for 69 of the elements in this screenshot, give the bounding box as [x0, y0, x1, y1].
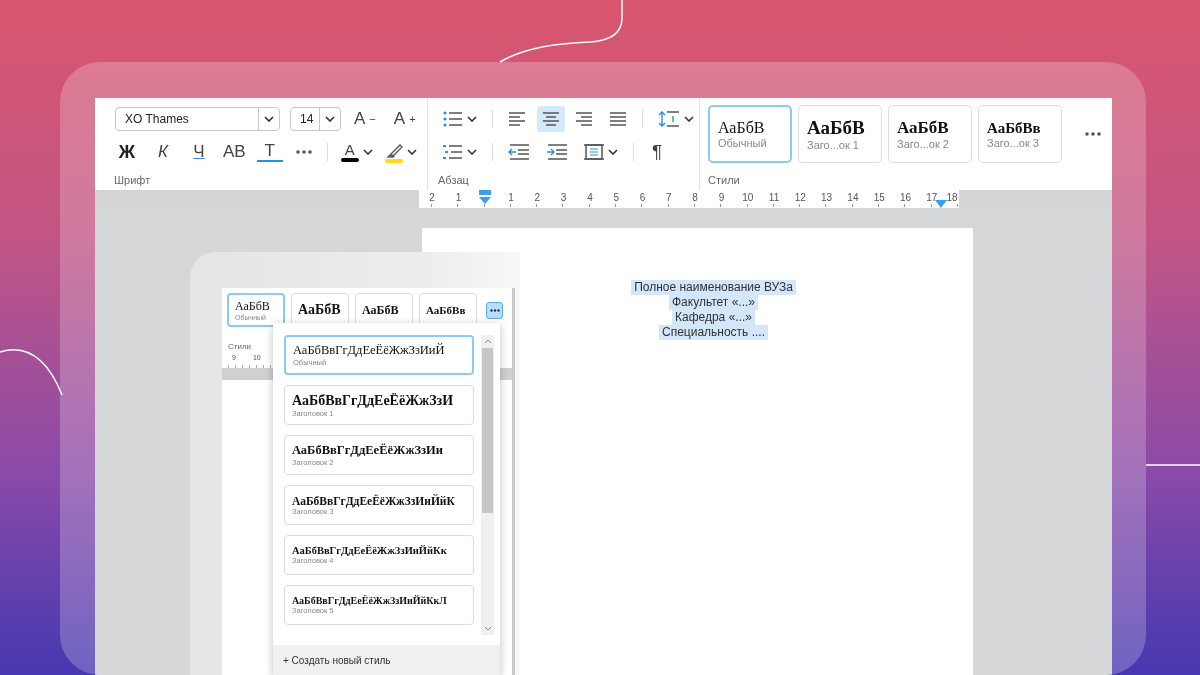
- scrollbar[interactable]: [481, 335, 494, 635]
- strikethrough-button[interactable]: Т: [256, 142, 283, 162]
- increase-indent-icon: [546, 144, 568, 160]
- line-spacing-icon: [658, 110, 681, 128]
- align-left-icon: [507, 112, 526, 126]
- caret-icon: [608, 149, 618, 155]
- group-label: Стили: [708, 174, 741, 186]
- ruler-number: 13: [821, 192, 833, 203]
- align-center-button[interactable]: [536, 106, 565, 132]
- ruler-number: 1: [508, 192, 514, 203]
- ruler-number: 2: [534, 192, 541, 203]
- font-size-dropdown[interactable]: 14: [290, 107, 341, 131]
- ruler-number: 9: [718, 192, 725, 203]
- caret-icon: [362, 149, 373, 155]
- ruler-number: 3: [560, 192, 567, 203]
- more-icon: [294, 150, 313, 154]
- decrease-indent-icon: [508, 144, 530, 160]
- scroll-down-icon: [483, 626, 492, 631]
- scrollbar-thumb[interactable]: [482, 348, 493, 513]
- caret-icon: [325, 116, 335, 122]
- ruler-number: 17: [926, 192, 938, 203]
- ruler-number: 18: [946, 192, 958, 203]
- font-color-button[interactable]: A: [337, 139, 376, 165]
- group-label: Стили: [228, 342, 252, 351]
- caret-icon: [264, 116, 274, 122]
- ruler-number: 14: [847, 192, 859, 203]
- caret-icon: [467, 149, 477, 155]
- borders-icon: [584, 143, 604, 161]
- font-name-dropdown[interactable]: XO Thames: [115, 107, 280, 131]
- style-card[interactable]: АаБбВ Заго...ок 1: [798, 105, 882, 163]
- text-color-bar: [340, 158, 359, 162]
- align-right-icon: [575, 112, 594, 126]
- italic-button[interactable]: К: [150, 139, 176, 165]
- style-card[interactable]: АаБбВ Заго...ок 2: [888, 105, 972, 163]
- group-label: Абзац: [438, 174, 470, 186]
- align-center-icon: [541, 112, 560, 126]
- caps-button[interactable]: АВ: [220, 139, 249, 165]
- caret-icon: [406, 149, 417, 155]
- caret-icon: [684, 116, 695, 122]
- ruler-number: 15: [873, 192, 885, 203]
- ruler-number: 11: [768, 192, 780, 203]
- more-icon: [1084, 132, 1102, 136]
- group-label: Шрифт: [114, 174, 152, 186]
- indent-marker-icon: [478, 190, 491, 204]
- bullet-list-icon: [442, 111, 463, 127]
- more-icon: [489, 308, 500, 312]
- underline-button[interactable]: Ч: [186, 139, 212, 165]
- ruler-number: 8: [692, 192, 698, 203]
- ruler-number: 1: [455, 192, 462, 203]
- ruler-number: 16: [899, 192, 912, 203]
- scroll-up-icon: [483, 339, 492, 344]
- more-styles-button[interactable]: [486, 301, 503, 319]
- ruler-number: 10: [742, 192, 754, 203]
- style-card[interactable]: АаБбВв Заго...ок 3: [978, 105, 1062, 163]
- ruler-number: 5: [613, 192, 619, 203]
- highlight-color-bar: [384, 158, 403, 163]
- caret-icon: [466, 116, 477, 122]
- ruler[interactable]: 2 1 1 2 3 4 5 6 7 8 9 10 11 12 13 14 15 16 17 18: [419, 190, 959, 208]
- bold-button[interactable]: Ж: [114, 139, 140, 165]
- justify-icon: [609, 112, 628, 126]
- ruler-number: 6: [639, 192, 646, 203]
- ruler-number: 7: [666, 192, 672, 203]
- ruler-number: 12: [794, 192, 806, 203]
- ruler-number: 4: [587, 192, 593, 203]
- style-card[interactable]: АаБбВ Обычный: [708, 105, 792, 163]
- create-style-button[interactable]: + Создать новый стиль: [281, 654, 393, 666]
- numbered-list-icon: [443, 144, 463, 160]
- ruler-number: 2: [429, 192, 435, 203]
- formatting-marks-button[interactable]: ¶: [644, 139, 670, 165]
